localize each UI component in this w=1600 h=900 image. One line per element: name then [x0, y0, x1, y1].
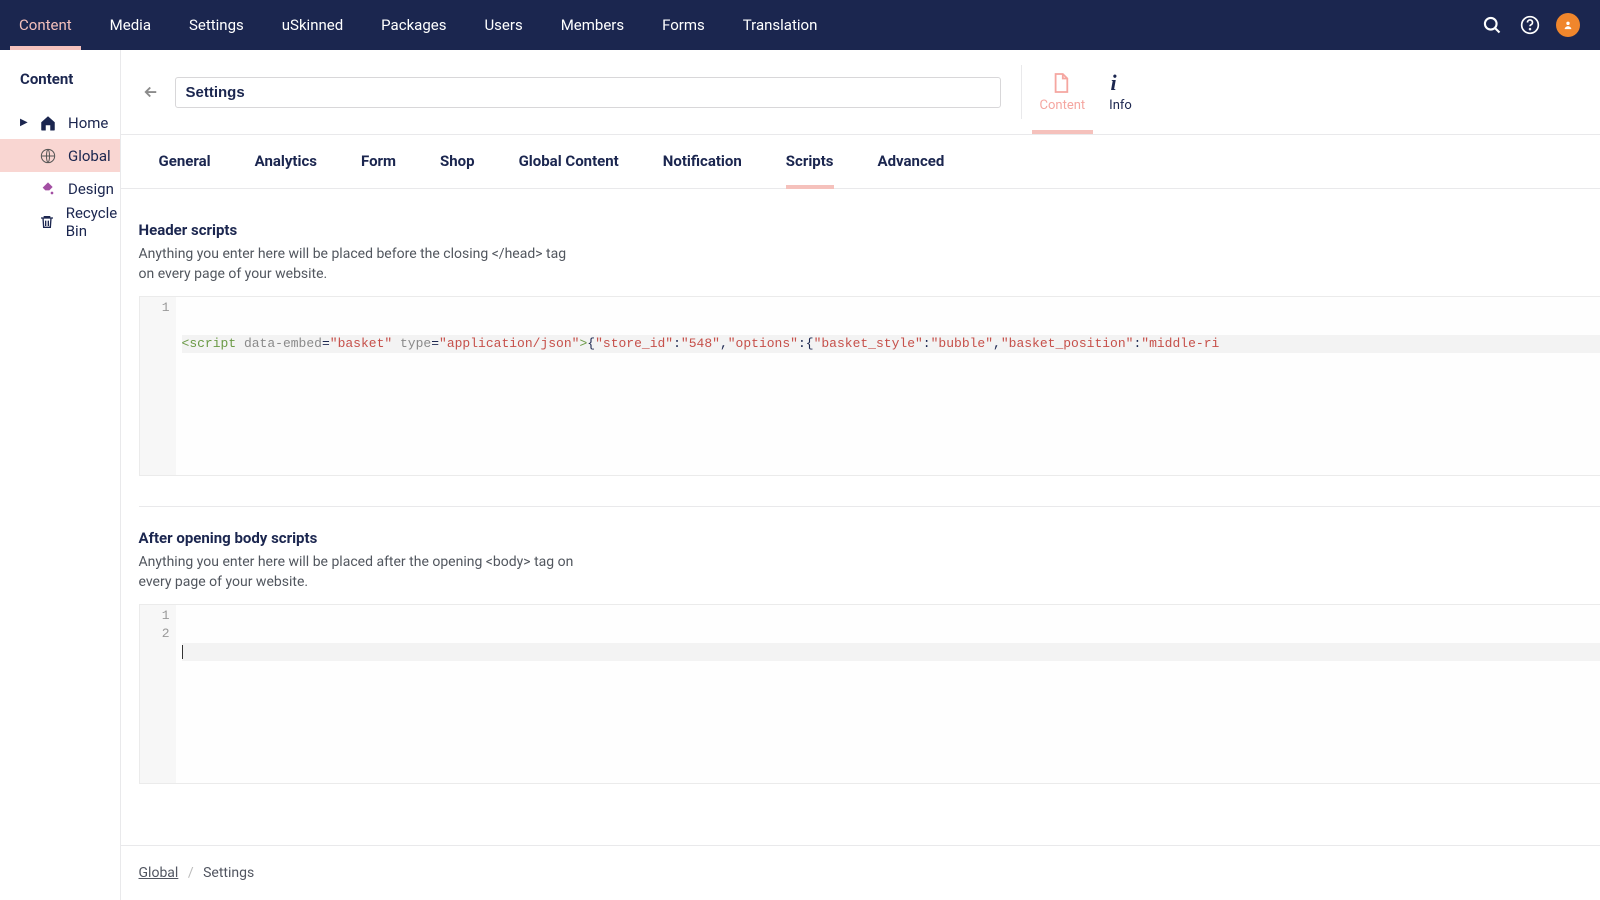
- home-icon: [39, 114, 57, 132]
- breadcrumb-separator: /: [188, 865, 194, 881]
- topnav-members[interactable]: Members: [542, 0, 643, 50]
- field-label: After opening body scripts: [139, 529, 1600, 547]
- tab-scripts[interactable]: Scripts: [764, 135, 856, 188]
- app-tab-label: Content: [1040, 98, 1086, 113]
- breadcrumb: Global / Settings: [139, 865, 255, 881]
- trash-icon: [39, 213, 55, 231]
- app-tab-label: Info: [1109, 98, 1132, 113]
- search-icon[interactable]: [1480, 13, 1504, 37]
- field-description: Anything you enter here will be placed b…: [139, 245, 579, 284]
- app-tabs: Content i Info: [1021, 65, 1144, 119]
- tree-item-home[interactable]: ▶ Home: [0, 106, 120, 139]
- property-tabs: General Analytics Form Shop Global Conte…: [121, 135, 1600, 189]
- sidebar: Content ▶ Home ▶ Global ▶: [0, 50, 121, 900]
- globe-icon: [39, 147, 57, 165]
- topbar-right: [1480, 0, 1590, 50]
- content-tree: ▶ Home ▶ Global ▶ Design: [0, 106, 120, 238]
- document-icon: [1052, 72, 1072, 94]
- topnav-uskinned[interactable]: uSkinned: [263, 0, 362, 50]
- scripts-panel: Header scripts Anything you enter here w…: [139, 207, 1600, 798]
- tree-label: Global: [68, 147, 111, 165]
- tree-item-design[interactable]: ▶ Design: [0, 172, 120, 205]
- tab-advanced[interactable]: Advanced: [856, 135, 967, 188]
- topnav-media[interactable]: Media: [91, 0, 170, 50]
- app-tab-info[interactable]: i Info: [1097, 65, 1144, 119]
- topnav-content[interactable]: Content: [0, 0, 91, 50]
- tab-notification[interactable]: Notification: [641, 135, 764, 188]
- tree-item-recycle-bin[interactable]: ▶ Recycle Bin: [0, 205, 120, 238]
- topnav-packages[interactable]: Packages: [362, 0, 465, 50]
- editor-body: Header scripts Anything you enter here w…: [121, 189, 1600, 845]
- field-label: Header scripts: [139, 221, 1600, 239]
- field-header-scripts: Header scripts Anything you enter here w…: [139, 221, 1600, 507]
- topnav-translation[interactable]: Translation: [724, 0, 837, 50]
- tab-general[interactable]: General: [137, 135, 233, 188]
- tab-form[interactable]: Form: [339, 135, 418, 188]
- node-name-input[interactable]: [175, 77, 1001, 108]
- tree-label: Recycle Bin: [66, 204, 120, 240]
- editor-footer: Global / Settings Save Save and publish …: [121, 845, 1600, 900]
- back-button[interactable]: [139, 80, 163, 104]
- tree-item-global[interactable]: ▶ Global: [0, 139, 120, 172]
- top-navigation: Content Media Settings uSkinned Packages…: [0, 0, 1600, 50]
- user-avatar[interactable]: [1556, 13, 1580, 37]
- tab-shop[interactable]: Shop: [418, 135, 497, 188]
- help-icon[interactable]: [1518, 13, 1542, 37]
- field-description: Anything you enter here will be placed a…: [139, 553, 579, 592]
- tree-label: Home: [68, 114, 108, 132]
- field-body-scripts: After opening body scripts Anything you …: [139, 529, 1600, 784]
- info-icon: i: [1110, 72, 1130, 94]
- code-content[interactable]: [176, 605, 1600, 783]
- breadcrumb-parent[interactable]: Global: [139, 865, 179, 881]
- top-nav-tabs: Content Media Settings uSkinned Packages…: [0, 0, 1480, 50]
- app-tab-content[interactable]: Content: [1028, 65, 1098, 119]
- body-scripts-editor[interactable]: 12: [139, 604, 1600, 784]
- content-area: Content i Info Actions General Analytics…: [121, 50, 1600, 900]
- palette-icon: [39, 180, 57, 198]
- code-content[interactable]: <script data-embed="basket" type="applic…: [176, 297, 1600, 475]
- tree-label: Design: [68, 180, 114, 198]
- topnav-settings[interactable]: Settings: [170, 0, 263, 50]
- line-gutter: 1: [140, 297, 176, 475]
- tab-global-content[interactable]: Global Content: [497, 135, 641, 188]
- topnav-forms[interactable]: Forms: [643, 0, 724, 50]
- header-scripts-editor[interactable]: 1 <script data-embed="basket" type="appl…: [139, 296, 1600, 476]
- content-header: Content i Info Actions: [121, 50, 1600, 135]
- sidebar-header: Content: [0, 50, 120, 106]
- text-cursor: [182, 645, 183, 659]
- topnav-users[interactable]: Users: [465, 0, 541, 50]
- caret-icon[interactable]: ▶: [20, 117, 28, 128]
- breadcrumb-current: Settings: [203, 865, 254, 881]
- line-gutter: 12: [140, 605, 176, 783]
- tab-analytics[interactable]: Analytics: [233, 135, 339, 188]
